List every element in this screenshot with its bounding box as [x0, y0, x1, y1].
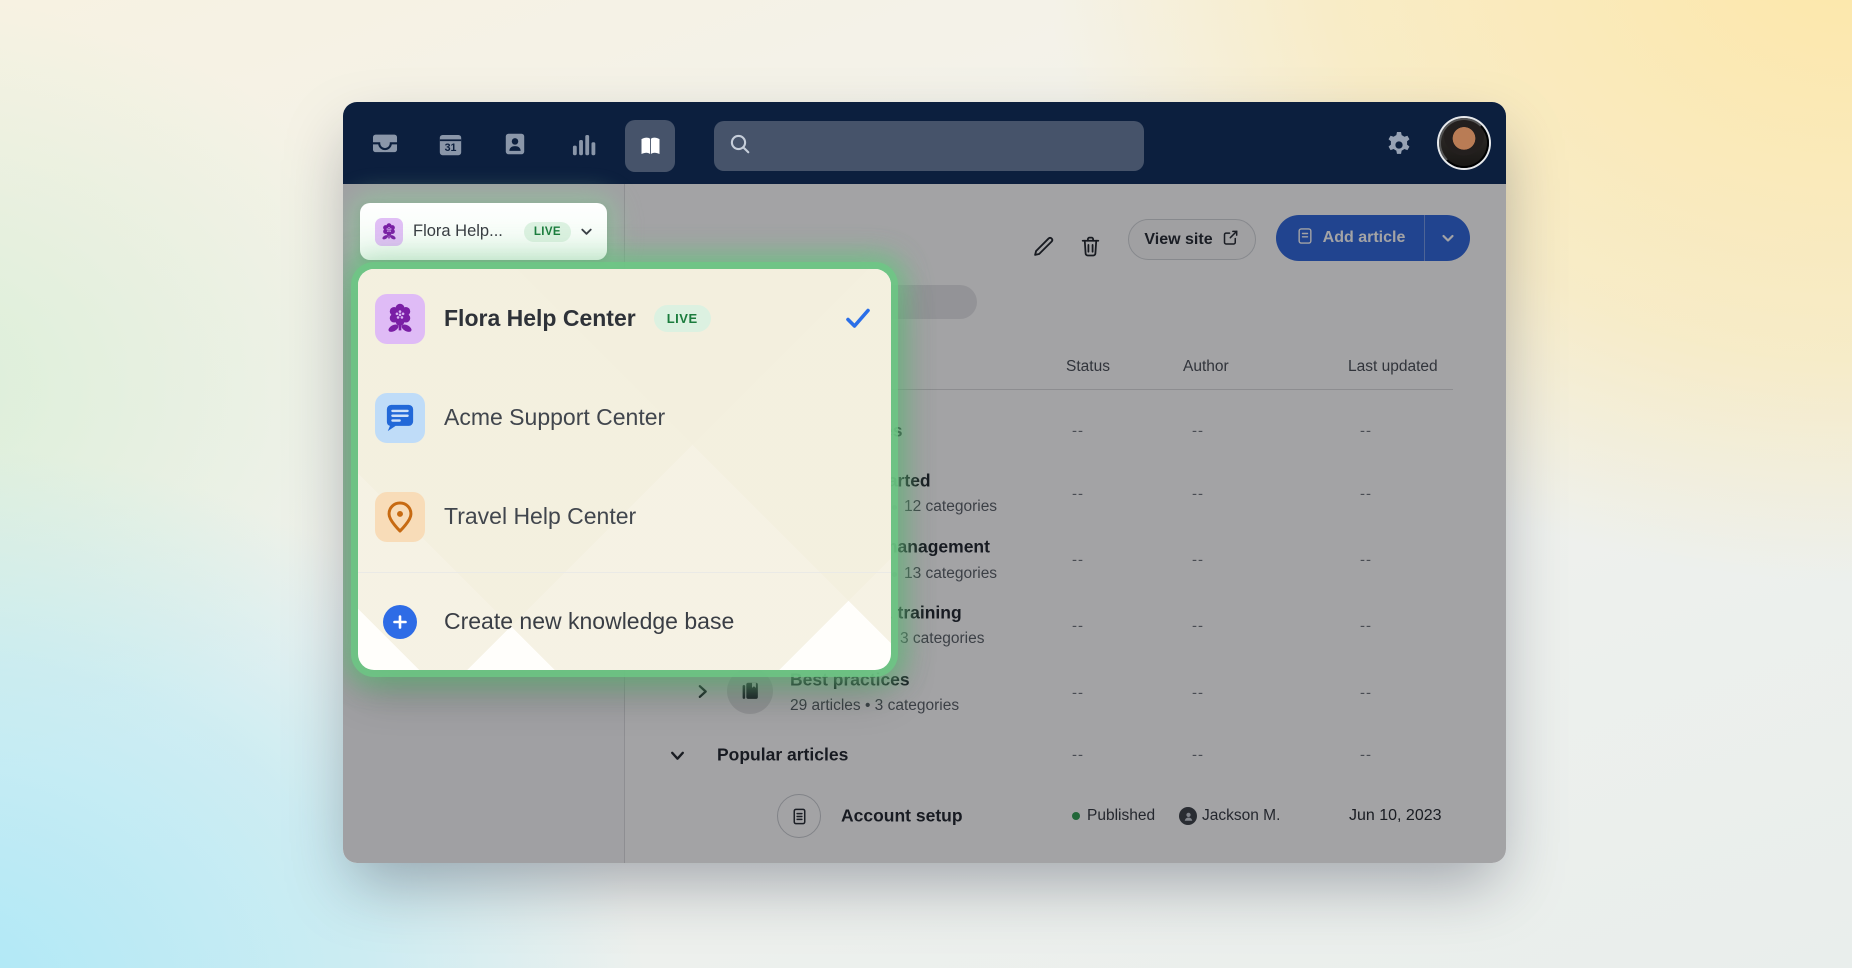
- create-knowledge-base-button[interactable]: Create new knowledge base: [358, 573, 891, 670]
- settings-gear-icon[interactable]: [1383, 129, 1415, 161]
- dropdown-item-label: Flora Help Center: [444, 305, 636, 332]
- dropdown-item-label: Travel Help Center: [444, 503, 636, 530]
- live-badge: LIVE: [654, 305, 711, 332]
- selected-check-icon: [845, 305, 871, 336]
- calendar-day-label: 31: [444, 142, 456, 154]
- flower-icon: [375, 218, 403, 246]
- top-nav-bar: 31: [343, 102, 1506, 184]
- app-window: 31 Conten: [343, 102, 1506, 863]
- chevron-down-icon: [579, 224, 594, 239]
- dropdown-item-flora-help-center[interactable]: Flora Help Center LIVE: [358, 269, 891, 368]
- knowledge-base-icon[interactable]: [625, 120, 675, 172]
- dropdown-item-travel-help-center[interactable]: Travel Help Center: [358, 467, 891, 566]
- search-input[interactable]: [762, 136, 1130, 156]
- calendar-icon[interactable]: 31: [433, 127, 467, 161]
- reports-icon[interactable]: [566, 127, 600, 161]
- chat-bubble-icon: [375, 393, 425, 443]
- switcher-label: Flora Help...: [413, 222, 503, 241]
- inbox-icon[interactable]: [368, 127, 402, 161]
- page-background: 31 Conten: [0, 0, 1852, 968]
- create-knowledge-base-label: Create new knowledge base: [444, 608, 734, 635]
- live-badge: LIVE: [524, 222, 571, 242]
- dropdown-item-acme-support-center[interactable]: Acme Support Center: [358, 368, 891, 467]
- plus-icon: [383, 605, 417, 639]
- knowledge-base-switcher[interactable]: Flora Help... LIVE: [360, 203, 607, 260]
- user-avatar[interactable]: [1439, 118, 1489, 168]
- map-pin-icon: [375, 492, 425, 542]
- knowledge-base-dropdown: Flora Help Center LIVE Acme Support Cent…: [358, 269, 891, 670]
- dropdown-item-label: Acme Support Center: [444, 404, 665, 431]
- search-icon: [728, 132, 752, 161]
- global-search: [714, 121, 1144, 171]
- contacts-icon[interactable]: [498, 127, 532, 161]
- flower-icon: [375, 294, 425, 344]
